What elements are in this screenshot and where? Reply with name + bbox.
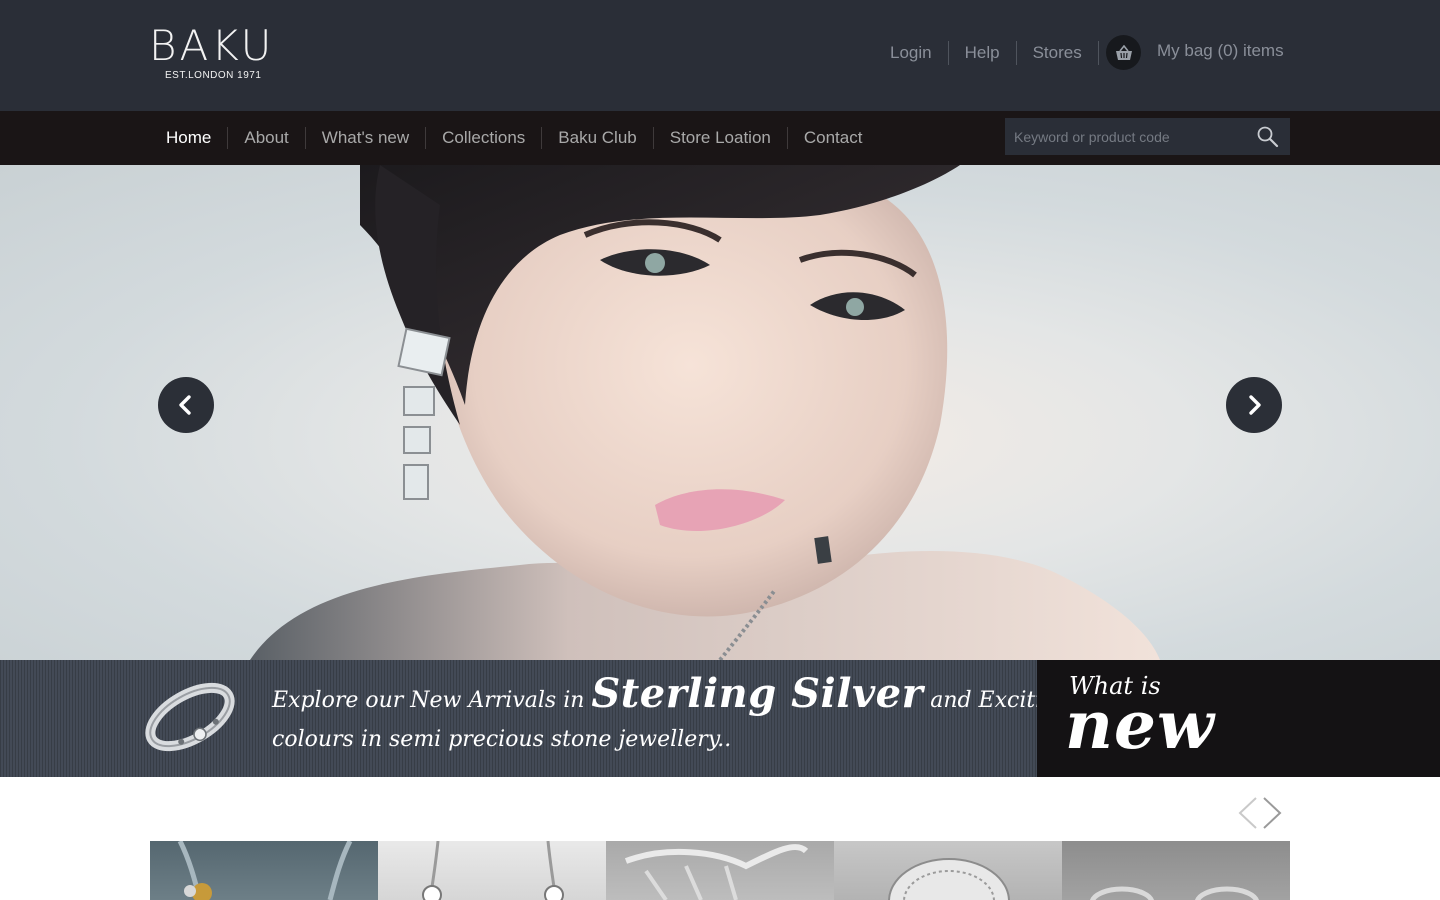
stores-link[interactable]: Stores	[1017, 41, 1099, 65]
nav-item-contact[interactable]: Contact	[788, 127, 879, 149]
utility-nav: Login Help Stores	[874, 38, 1099, 68]
brand-tagline: EST.LONDON 1971	[165, 70, 262, 81]
chevron-right-icon[interactable]	[1260, 796, 1284, 830]
whats-new-panel[interactable]: What is new	[1037, 660, 1440, 777]
product-thumb-4[interactable]	[834, 841, 1062, 900]
help-link[interactable]: Help	[949, 41, 1017, 65]
products-carousel-nav	[1236, 796, 1284, 830]
search-icon[interactable]	[1256, 125, 1280, 149]
hero-next-button[interactable]	[1226, 377, 1282, 433]
banner-line-1: Explore our New Arrivals in Sterling Sil…	[272, 670, 1124, 725]
brand-name: BAKU	[149, 21, 275, 70]
nav-item-baku-club[interactable]: Baku Club	[542, 127, 654, 149]
banner-copy: Explore our New Arrivals in Sterling Sil…	[272, 670, 1124, 755]
search-box	[1005, 118, 1290, 155]
login-link[interactable]: Login	[874, 41, 949, 65]
product-thumb-5[interactable]	[1062, 841, 1290, 900]
nav-item-collections[interactable]: Collections	[426, 127, 543, 149]
brand-logo[interactable]: BAKU EST.LONDON 1971	[149, 21, 275, 82]
chevron-left-icon	[179, 395, 191, 415]
nav-item-store-location[interactable]: Store Loation	[654, 127, 788, 149]
product-thumbnails	[150, 841, 1290, 900]
promo-banner[interactable]: Explore our New Arrivals in Sterling Sil…	[0, 660, 1124, 777]
banner-line-2: colours in semi precious stone jewellery…	[272, 727, 732, 752]
nav-item-whats-new[interactable]: What's new	[306, 127, 427, 149]
whats-new-big-text: new	[1065, 686, 1215, 764]
product-thumb-3[interactable]	[606, 841, 834, 900]
hero-model-image	[250, 165, 1160, 660]
shopping-bag[interactable]: My bag (0) items	[1106, 35, 1284, 70]
hero-slider	[0, 165, 1440, 660]
nav-item-about[interactable]: About	[228, 127, 306, 149]
hero-prev-button[interactable]	[158, 377, 214, 433]
top-header: BAKU EST.LONDON 1971 Login Help Stores M…	[0, 0, 1440, 111]
bag-label[interactable]: My bag (0) items	[1157, 41, 1284, 61]
silver-ring-image	[145, 682, 235, 752]
search-input[interactable]	[1005, 118, 1245, 155]
banner-highlight: Sterling Silver	[591, 670, 924, 717]
product-thumb-2[interactable]	[378, 841, 606, 900]
chevron-left-icon[interactable]	[1236, 796, 1260, 830]
basket-icon[interactable]	[1106, 35, 1141, 70]
nav-item-home[interactable]: Home	[150, 127, 229, 149]
chevron-right-icon	[1249, 395, 1261, 415]
product-thumb-1[interactable]	[150, 841, 378, 900]
banner-prefix: Explore our New Arrivals in	[272, 688, 592, 713]
main-menu: Home About What's new Collections Baku C…	[150, 111, 878, 165]
